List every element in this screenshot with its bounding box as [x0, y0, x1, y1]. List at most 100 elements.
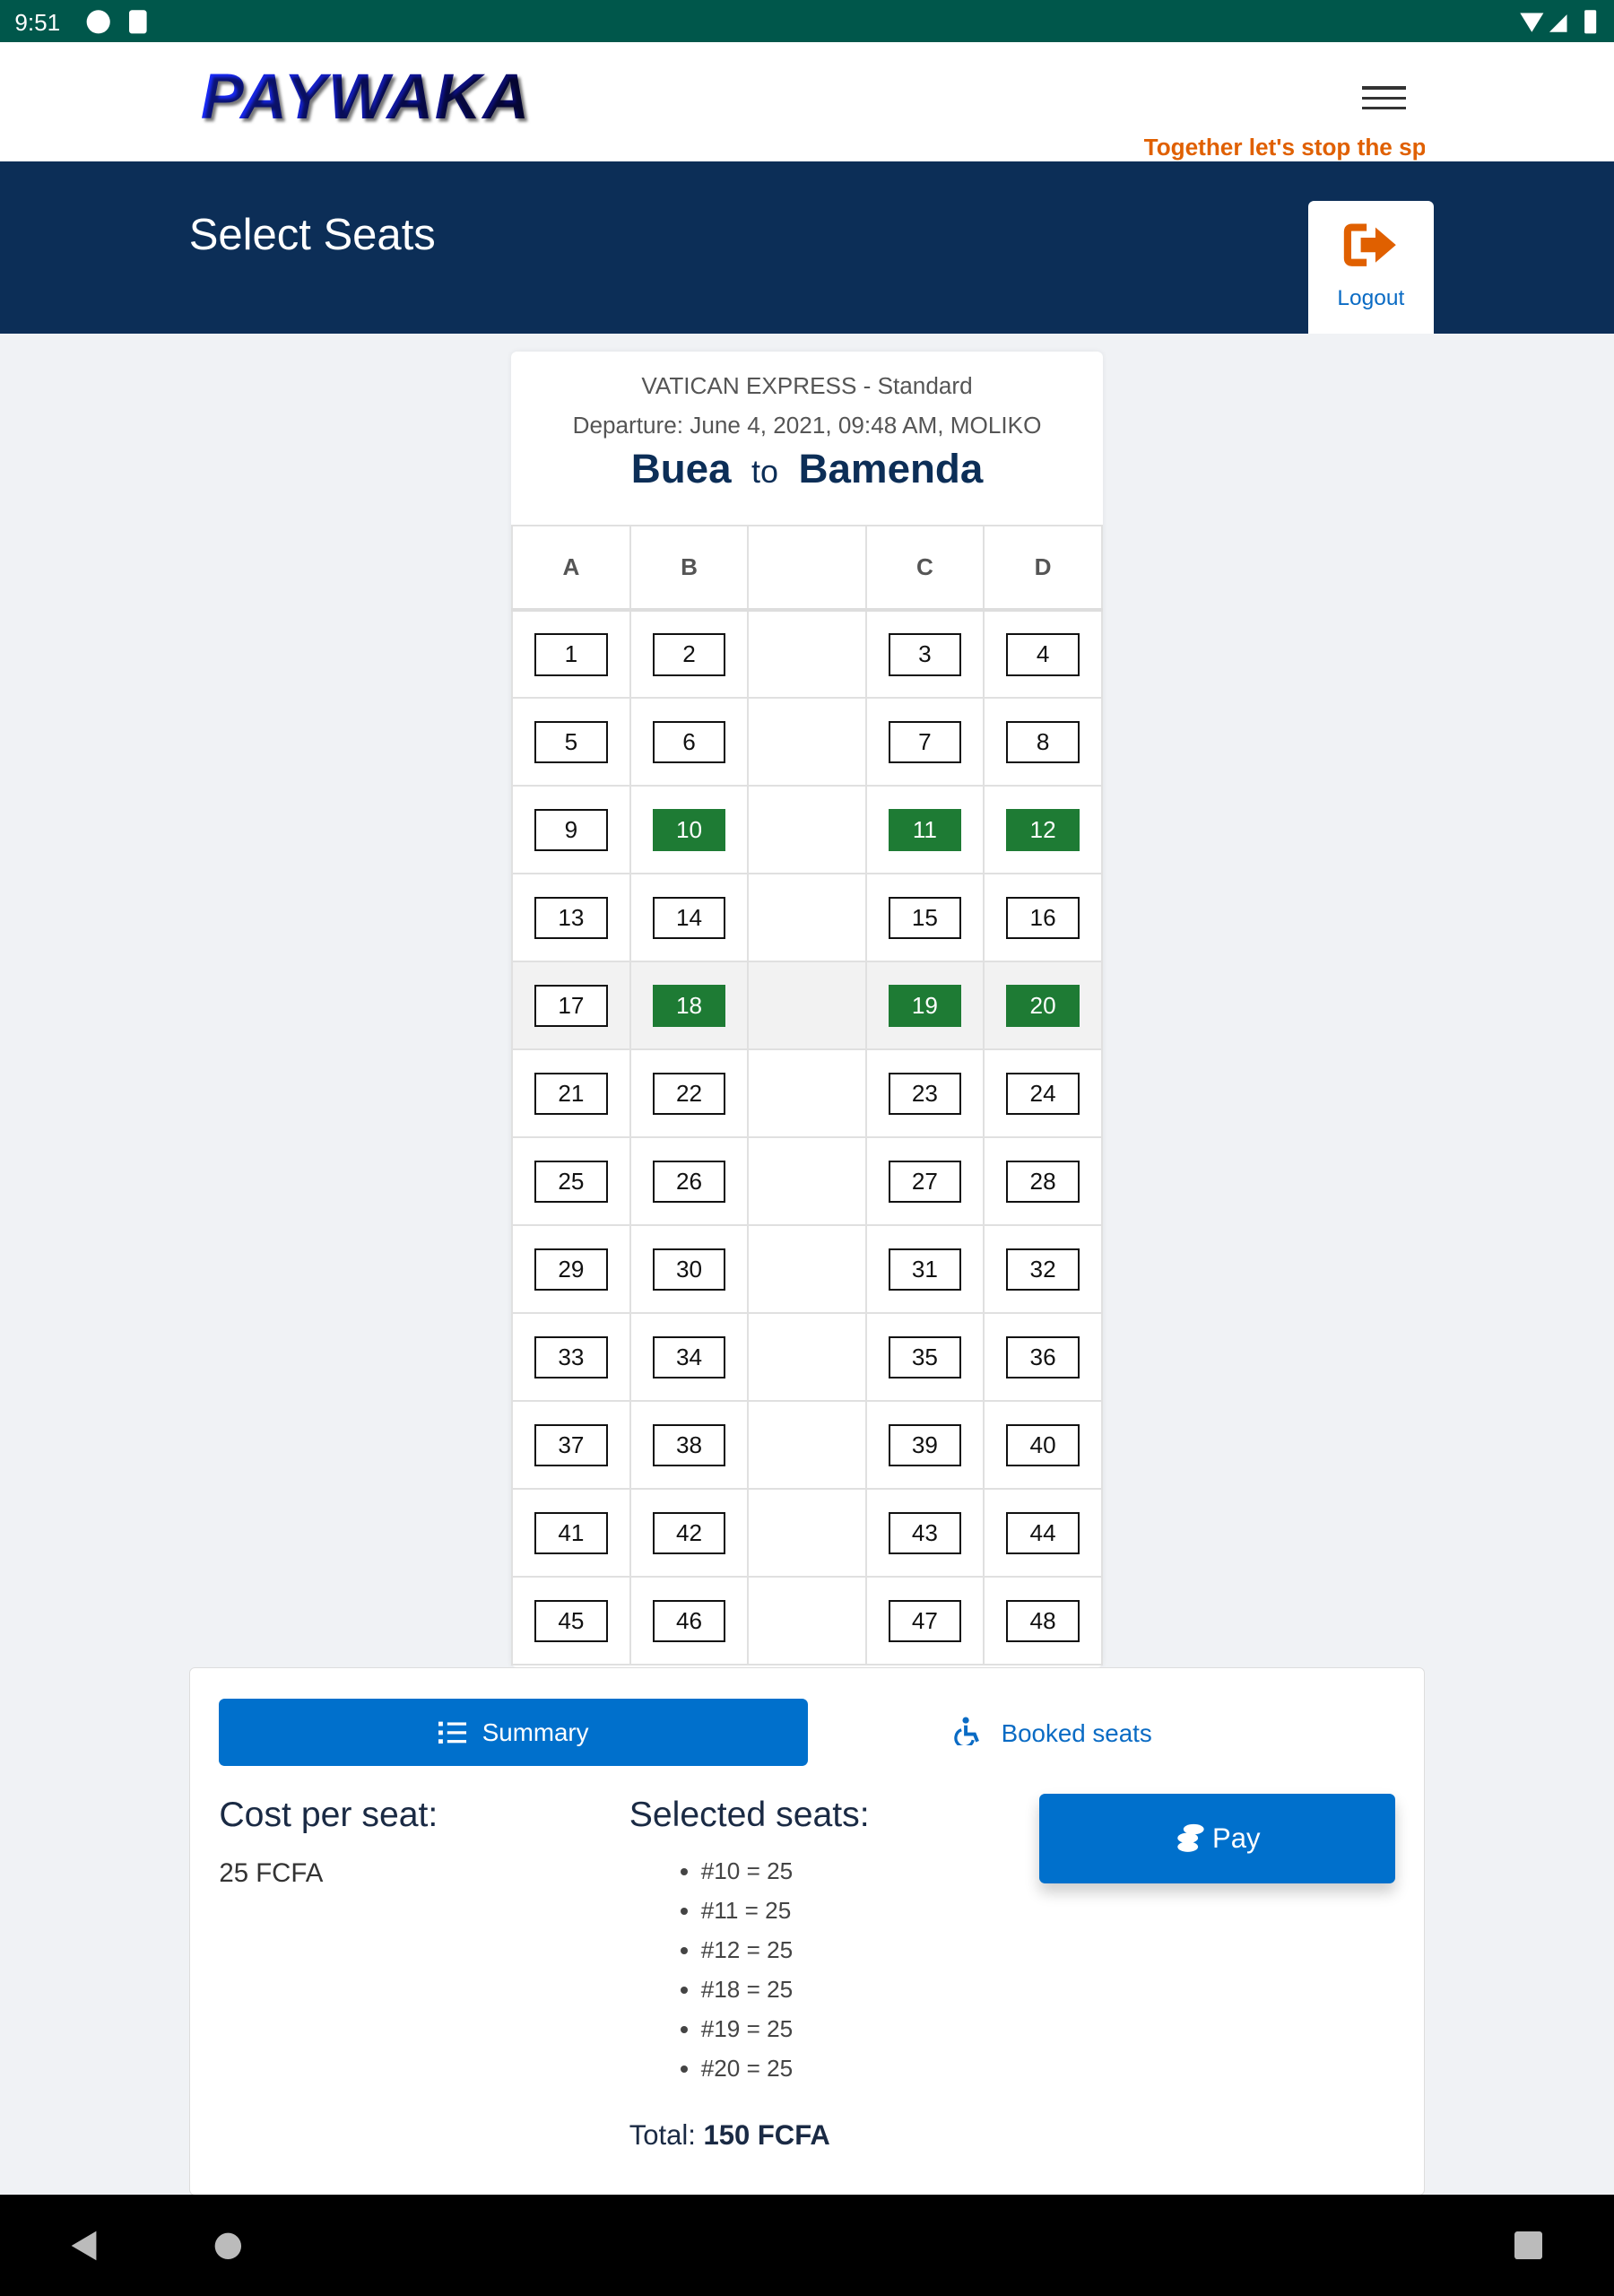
seat-cell: 11 [864, 785, 985, 875]
seat-12[interactable]: 12 [1006, 808, 1080, 852]
sign-out-icon [1343, 223, 1396, 266]
seat-41[interactable]: 41 [534, 1511, 608, 1555]
seat-40[interactable]: 40 [1006, 1423, 1080, 1467]
seat-23[interactable]: 23 [888, 1072, 962, 1116]
seat-cell: 9 [511, 785, 631, 875]
back-icon[interactable] [70, 2230, 100, 2262]
selected-seat-item: #10 = 25 [701, 1856, 793, 1895]
aisle-cell [747, 1488, 867, 1578]
seat-19[interactable]: 19 [888, 984, 962, 1028]
seat-3[interactable]: 3 [888, 633, 962, 676]
seat-20[interactable]: 20 [1006, 984, 1080, 1028]
seat-36[interactable]: 36 [1006, 1335, 1080, 1379]
total-label: Total: [629, 2118, 696, 2151]
seat-46[interactable]: 46 [652, 1599, 726, 1643]
seat-30[interactable]: 30 [652, 1248, 726, 1292]
seat-37[interactable]: 37 [534, 1423, 608, 1467]
seat-24[interactable]: 24 [1006, 1072, 1080, 1116]
seat-43[interactable]: 43 [888, 1511, 962, 1555]
seat-26[interactable]: 26 [652, 1160, 726, 1204]
booked-seats-tab[interactable]: Booked seats [954, 1717, 1152, 1748]
seat-cell: 14 [629, 873, 750, 963]
paywaka-logo[interactable]: PAYWAKA [201, 60, 531, 134]
seat-cell: 10 [629, 785, 750, 875]
seat-9[interactable]: 9 [534, 808, 608, 852]
seat-39[interactable]: 39 [888, 1423, 962, 1467]
hamburger-icon[interactable] [1362, 86, 1407, 116]
seat-11[interactable]: 11 [888, 808, 962, 852]
seat-35[interactable]: 35 [888, 1335, 962, 1379]
seat-row: 21 22 23 24 [511, 1048, 1103, 1139]
seat-7[interactable]: 7 [888, 720, 962, 764]
seat-44[interactable]: 44 [1006, 1511, 1080, 1555]
seat-cell: 29 [511, 1224, 631, 1315]
seat-4[interactable]: 4 [1006, 633, 1080, 676]
seat-15[interactable]: 15 [888, 896, 962, 940]
seat-18[interactable]: 18 [652, 984, 726, 1028]
aisle-cell [747, 785, 867, 875]
seat-cell: 17 [511, 961, 631, 1051]
seat-45[interactable]: 45 [534, 1599, 608, 1643]
seat-cell: 23 [864, 1048, 985, 1139]
seat-2[interactable]: 2 [652, 633, 726, 676]
seat-cell: 40 [983, 1400, 1103, 1491]
seat-31[interactable]: 31 [888, 1248, 962, 1292]
route-to-word: to [751, 452, 778, 490]
logout-button[interactable]: Logout [1307, 200, 1435, 335]
wifi-signal-battery-icon [1520, 10, 1597, 34]
seat-27[interactable]: 27 [888, 1160, 962, 1204]
seat-47[interactable]: 47 [888, 1599, 962, 1643]
seat-cell: 38 [629, 1400, 750, 1491]
seat-34[interactable]: 34 [652, 1335, 726, 1379]
seat-16[interactable]: 16 [1006, 896, 1080, 940]
route-to: Bamenda [798, 445, 984, 491]
seat-28[interactable]: 28 [1006, 1160, 1080, 1204]
aisle-header [747, 524, 867, 613]
summary-panel: Summary Booked seats Cost per seat: 25 F… [188, 1666, 1426, 2196]
seat-14[interactable]: 14 [652, 896, 726, 940]
seat-6[interactable]: 6 [652, 720, 726, 764]
pay-button[interactable]: Pay [1039, 1794, 1395, 1883]
seat-48[interactable]: 48 [1006, 1599, 1080, 1643]
seat-cell: 4 [983, 609, 1103, 700]
seat-cell: 24 [983, 1048, 1103, 1139]
seat-cell: 31 [864, 1224, 985, 1315]
seat-row: 56 78 [511, 697, 1103, 787]
seat-cell: 25 [511, 1136, 631, 1227]
seat-21[interactable]: 21 [534, 1072, 608, 1116]
seat-22[interactable]: 22 [652, 1072, 726, 1116]
total-value: 150 FCFA [703, 2118, 830, 2151]
seat-38[interactable]: 38 [652, 1423, 726, 1467]
seat-42[interactable]: 42 [652, 1511, 726, 1555]
logout-label: Logout [1337, 285, 1405, 310]
seat-17[interactable]: 17 [534, 984, 608, 1028]
aisle-cell [747, 1576, 867, 1666]
aisle-cell [747, 1136, 867, 1227]
seat-row: 29 30 31 32 [511, 1224, 1103, 1315]
seat-cell: 28 [983, 1136, 1103, 1227]
recents-icon[interactable] [1514, 2231, 1542, 2259]
seat-10[interactable]: 10 [652, 808, 726, 852]
summary-tab[interactable]: Summary [219, 1699, 808, 1767]
page-header: Select Seats Logout [0, 161, 1614, 335]
seat-1[interactable]: 1 [534, 633, 608, 676]
seat-cell: 36 [983, 1312, 1103, 1403]
seat-33[interactable]: 33 [534, 1335, 608, 1379]
seat-8[interactable]: 8 [1006, 720, 1080, 764]
seat-row: 13 14 15 16 [511, 873, 1103, 963]
seat-25[interactable]: 25 [534, 1160, 608, 1204]
bus-name: VATICAN EXPRESS - Standard [641, 371, 973, 399]
aisle-cell [747, 1312, 867, 1403]
seat-5[interactable]: 5 [534, 720, 608, 764]
cost-heading: Cost per seat: [219, 1795, 438, 1834]
seat-32[interactable]: 32 [1006, 1248, 1080, 1292]
selected-seat-item: #19 = 25 [701, 2013, 793, 2053]
seat-cell: 41 [511, 1488, 631, 1578]
seat-cell: 19 [864, 961, 985, 1051]
seat-cell: 21 [511, 1048, 631, 1139]
home-icon[interactable] [213, 2231, 243, 2261]
seat-29[interactable]: 29 [534, 1248, 608, 1292]
seat-13[interactable]: 13 [534, 896, 608, 940]
seat-row: 25 26 27 28 [511, 1136, 1103, 1227]
seat-row: 33 34 35 36 [511, 1312, 1103, 1403]
